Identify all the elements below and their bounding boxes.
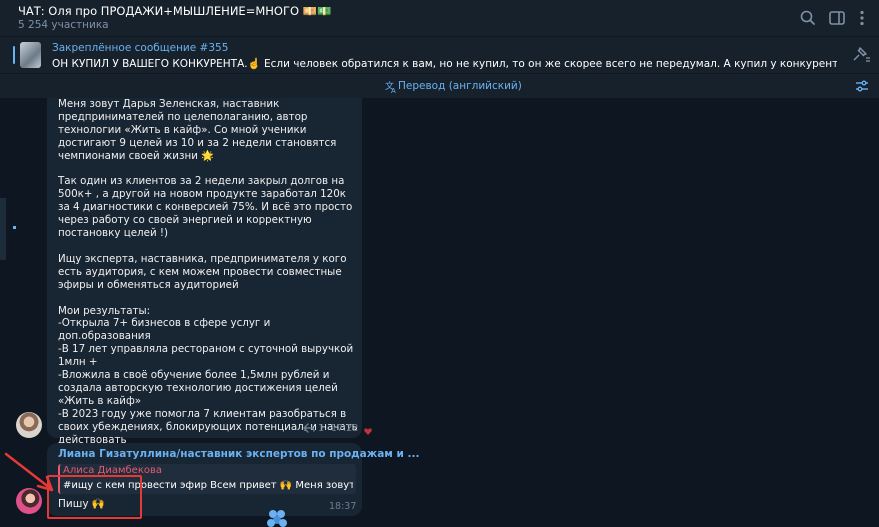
svg-text:A: A (391, 87, 396, 93)
sticker-icon (267, 510, 287, 527)
member-count: 5 254 участника (18, 19, 109, 31)
pinned-label: Закреплённое сообщение #355 (52, 42, 229, 54)
scroll-indicator (0, 198, 6, 260)
annotation-arrow (4, 452, 54, 492)
pinned-text: ОН КУПИЛ У ВАШЕГО КОНКУРЕНТА.☝️ Если чел… (52, 58, 837, 70)
chat-title[interactable]: ЧАТ: Оля про ПРОДАЖИ+МЫШЛЕНИЕ=МНОГО 💴💵 (18, 4, 331, 18)
message-text: Меня зовут Дарья Зеленская, наставник пр… (58, 98, 358, 471)
message-time: 17:22 (331, 423, 359, 434)
sender-name[interactable]: Лиана Гизатуллина/наставник экспертов по… (58, 448, 420, 460)
more-vertical-icon[interactable] (852, 8, 872, 28)
annotation-highlight-box (47, 475, 142, 519)
pinned-message-bar[interactable]: Закреплённое сообщение #355 ОН КУПИЛ У В… (0, 37, 879, 73)
translate-settings-icon[interactable] (855, 79, 869, 93)
pinned-indicator (13, 46, 15, 64)
reply-icon[interactable] (303, 423, 315, 433)
heart-icon[interactable] (364, 428, 372, 435)
chat-header[interactable]: ЧАТ: Оля про ПРОДАЖИ+МЫШЛЕНИЕ=МНОГО 💴💵 5… (0, 0, 879, 36)
search-icon[interactable] (798, 8, 818, 28)
avatar[interactable] (16, 412, 42, 438)
pinned-thumbnail (20, 42, 41, 68)
scroll-indicator-dot (13, 226, 16, 229)
message-time: 18:37 (329, 501, 357, 512)
unpin-icon[interactable] (851, 46, 871, 64)
reply-count[interactable]: 1 (318, 423, 324, 434)
translate-icon: 文 A (385, 80, 396, 93)
sidebar-toggle-icon[interactable] (827, 8, 847, 28)
translate-bar[interactable]: 文 A Перевод (английский) (0, 74, 879, 98)
translate-label[interactable]: Перевод (английский) (398, 80, 522, 92)
